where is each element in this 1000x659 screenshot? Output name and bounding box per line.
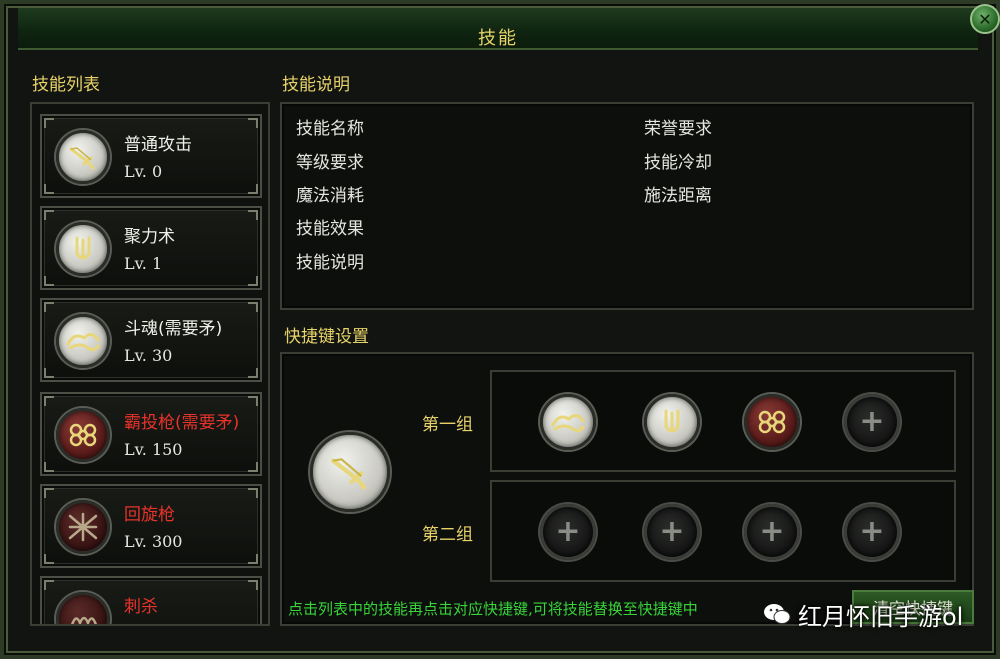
slot-fork-icon[interactable] (644, 394, 700, 450)
empty-slot-plus-icon[interactable]: + (540, 504, 596, 560)
watermark: 红月怀旧手游ol (762, 594, 992, 634)
skill-name: 刺杀 (124, 597, 158, 617)
field-cast-range: 施法距离 (644, 186, 712, 206)
skill-item-focus[interactable]: 聚力术 Lv. 1 (40, 206, 262, 290)
skill-item-spin-spear[interactable]: 回旋枪 Lv. 300 (40, 484, 262, 568)
slot-knot-icon[interactable] (744, 394, 800, 450)
skill-name: 霸投枪(需要矛) (124, 413, 240, 433)
title-bar: 技能 (18, 8, 978, 50)
shortcut-hint: 点击列表中的技能再点击对应快捷键,可将技能替换至快捷键中 (288, 600, 698, 618)
skill-level: Lv. 0 (124, 162, 163, 181)
wechat-logo-icon (764, 604, 791, 624)
skill-item-stab[interactable]: 刺杀 (40, 576, 262, 624)
empty-slot-plus-icon[interactable]: + (644, 504, 700, 560)
skills-window: 技能 ✕ 技能列表 普通攻击 Lv. 0 聚力术 Lv. 1 斗魂(需要矛) L… (0, 0, 1000, 659)
empty-slot-plus-icon[interactable]: + (744, 504, 800, 560)
sword-icon (56, 130, 110, 184)
group-one-label: 第一组 (422, 415, 473, 435)
skill-name: 聚力术 (124, 227, 175, 247)
skill-level: Lv. 150 (124, 440, 183, 459)
field-level-requirement: 等级要求 (296, 153, 364, 173)
empty-slot-plus-icon[interactable]: + (844, 394, 900, 450)
field-cooldown: 技能冷却 (644, 153, 712, 173)
watermark-text: 红月怀旧手游ol (798, 602, 964, 631)
description-header: 技能说明 (282, 75, 350, 95)
thrust-icon (56, 592, 110, 624)
field-skill-effect: 技能效果 (296, 219, 364, 239)
skill-item-spear-throw[interactable]: 霸投枪(需要矛) Lv. 150 (40, 392, 262, 476)
skill-name: 普通攻击 (124, 135, 192, 155)
shortcut-panel: 第一组 + 第二组 + + + + 点击列表中的技能再点击对应快捷键,可将技能替… (280, 352, 974, 626)
group-two-slots: + + + + (490, 480, 956, 582)
window-title: 技能 (478, 28, 518, 49)
skill-item-fighting-soul[interactable]: 斗魂(需要矛) Lv. 30 (40, 298, 262, 382)
skill-name: 回旋枪 (124, 505, 175, 525)
close-button[interactable]: ✕ (970, 4, 1000, 34)
field-mana-cost: 魔法消耗 (296, 186, 364, 206)
skill-level: Lv. 30 (124, 346, 173, 365)
field-honor-requirement: 荣誉要求 (644, 119, 712, 139)
fork-icon (56, 222, 110, 276)
skill-list[interactable]: 普通攻击 Lv. 0 聚力术 Lv. 1 斗魂(需要矛) Lv. 30 霸投枪(… (30, 102, 270, 626)
crossed-spears-icon (56, 500, 110, 554)
group-one-slots: + (490, 370, 956, 472)
skill-name: 斗魂(需要矛) (124, 319, 223, 339)
slot-cloud-icon[interactable] (540, 394, 596, 450)
skill-list-header: 技能列表 (32, 75, 100, 95)
field-skill-description: 技能说明 (296, 253, 364, 273)
skill-item-normal-attack[interactable]: 普通攻击 Lv. 0 (40, 114, 262, 198)
skill-level: Lv. 1 (124, 254, 163, 273)
field-skill-name: 技能名称 (296, 119, 364, 139)
shortcut-header: 快捷键设置 (284, 327, 369, 347)
empty-slot-plus-icon[interactable]: + (844, 504, 900, 560)
description-panel: 技能名称 等级要求 魔法消耗 技能效果 技能说明 荣誉要求 技能冷却 施法距离 (280, 102, 974, 310)
selected-skill-sword-icon[interactable] (310, 432, 390, 512)
cloud-icon (56, 314, 110, 368)
skill-level: Lv. 300 (124, 532, 183, 551)
knot-icon (56, 408, 110, 462)
group-two-label: 第二组 (422, 525, 473, 545)
